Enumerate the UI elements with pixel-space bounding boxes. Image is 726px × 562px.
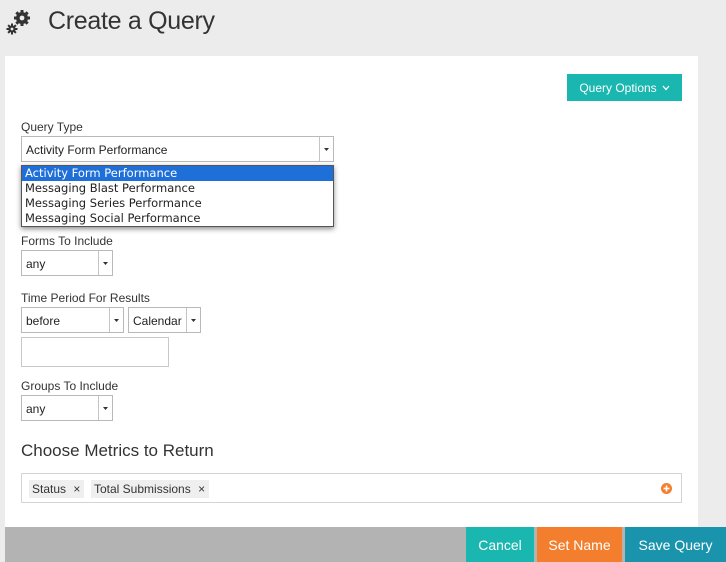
time-period-label: Time Period For Results [21,291,150,305]
time-comparison-value: before [26,314,61,328]
groups-label: Groups To Include [21,379,119,393]
date-input[interactable] [21,337,169,367]
set-name-button[interactable]: Set Name [537,527,622,562]
dropdown-arrow-icon [319,137,333,161]
metrics-input[interactable]: Status × Total Submissions × [21,473,682,503]
query-type-value: Activity Form Performance [26,143,168,157]
groups-value: any [26,402,46,416]
query-type-option[interactable]: Messaging Series Performance [22,196,333,211]
query-type-dropdown-list: Activity Form Performance Messaging Blas… [21,165,334,227]
calendar-select[interactable]: Calendar [128,307,201,333]
remove-tag-icon[interactable]: × [73,482,80,496]
forms-label: Forms To Include [21,234,113,248]
gears-icon [6,10,30,35]
calendar-value: Calendar [133,314,182,328]
query-type-option[interactable]: Activity Form Performance [22,166,333,181]
metric-tag-label: Total Submissions [94,482,191,496]
forms-select[interactable]: any [21,250,113,276]
metric-tag: Total Submissions × [91,480,210,498]
remove-tag-icon[interactable]: × [198,482,205,496]
metric-tag-label: Status [32,482,67,496]
query-options-button[interactable]: Query Options [567,74,682,101]
time-comparison-select[interactable]: before [21,307,124,333]
query-type-select[interactable]: Activity Form Performance [21,136,334,162]
query-type-label: Query Type [21,120,83,134]
cancel-button[interactable]: Cancel [466,527,534,562]
page-header: Create a Query [0,0,726,55]
groups-select[interactable]: any [21,395,113,421]
chevron-down-icon [662,85,670,90]
dropdown-arrow-icon [98,396,112,420]
metric-tag: Status × [29,480,85,498]
dropdown-arrow-icon [186,308,200,332]
add-metric-icon[interactable] [661,483,672,494]
dropdown-arrow-icon [98,251,112,275]
metrics-title: Choose Metrics to Return [21,441,214,460]
forms-value: any [26,257,46,271]
query-type-option[interactable]: Messaging Social Performance [22,211,333,226]
page-title: Create a Query [48,7,215,35]
query-type-option[interactable]: Messaging Blast Performance [22,181,333,196]
save-query-button[interactable]: Save Query [625,527,726,562]
query-options-label: Query Options [579,80,657,95]
dropdown-arrow-icon [109,308,123,332]
